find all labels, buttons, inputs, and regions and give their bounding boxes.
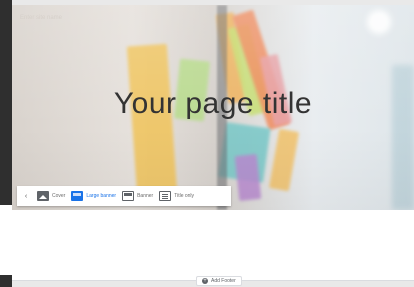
layout-option-title-only[interactable]: Title only	[159, 191, 194, 201]
add-footer-label: Add Footer	[211, 278, 236, 284]
site-name-field[interactable]: Enter site name	[20, 15, 62, 21]
banner-icon	[122, 191, 135, 201]
left-panel-edge	[0, 0, 12, 287]
large-banner-icon	[71, 191, 84, 201]
layout-option-label: Cover	[52, 193, 66, 199]
header-layout-toolbar: ‹ Cover Large banner Banner Title only	[17, 186, 231, 206]
layout-option-label: Title only	[174, 193, 195, 199]
add-footer-button[interactable]: + Add Footer	[196, 276, 242, 286]
layout-option-label: Banner	[137, 193, 154, 199]
layout-option-label: Large banner	[86, 193, 117, 199]
layout-option-large-banner[interactable]: Large banner	[71, 191, 116, 201]
image-icon	[37, 191, 49, 201]
chevron-left-icon[interactable]: ‹	[21, 193, 31, 200]
layout-option-cover[interactable]: Cover	[37, 191, 65, 201]
left-panel-gap	[0, 205, 12, 275]
title-only-icon	[159, 191, 172, 201]
header-banner-image[interactable]: Enter site name Your page title ‹ Cover …	[12, 5, 414, 210]
page-title[interactable]: Your page title	[12, 87, 414, 121]
plus-circle-icon: +	[202, 278, 208, 284]
layout-option-banner[interactable]: Banner	[122, 191, 153, 201]
page-canvas: Enter site name Your page title ‹ Cover …	[12, 5, 414, 281]
